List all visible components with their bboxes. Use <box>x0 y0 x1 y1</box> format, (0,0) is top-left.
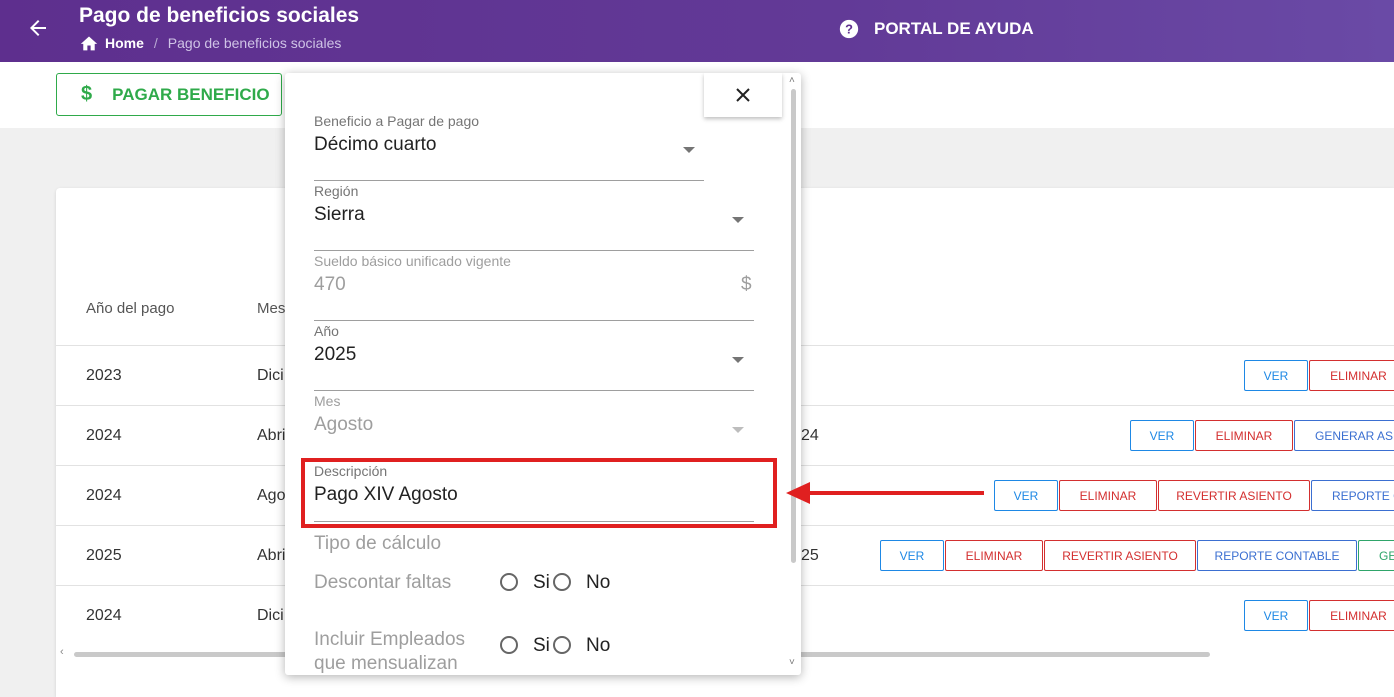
delete-button[interactable]: ELIMINAR <box>1059 480 1157 511</box>
breadcrumb-separator: / <box>153 35 158 51</box>
generate-entry-button[interactable]: GENERAR ASI <box>1294 420 1394 451</box>
revert-entry-button[interactable]: REVERTIR ASIENTO <box>1044 540 1196 571</box>
breadcrumb-current: Pago de beneficios sociales <box>167 35 342 51</box>
breadcrumb-home[interactable]: Home <box>79 34 144 52</box>
discount-absences-no-label: No <box>586 572 611 593</box>
column-header-year: Año del pago <box>86 300 175 317</box>
accounting-report-button[interactable]: REPORTE CONTABLE <box>1197 540 1357 571</box>
pay-benefit-button[interactable]: $ PAGAR BENEFICIO <box>56 73 282 116</box>
benefit-label: Beneficio a Pagar de pago <box>314 113 480 129</box>
view-button[interactable]: VER <box>994 480 1058 511</box>
home-icon <box>80 36 98 51</box>
salary-label: Sueldo básico unificado vigente <box>314 253 511 269</box>
delete-button[interactable]: ELIMINAR <box>1309 600 1394 631</box>
include-employees-label-line1: Incluir Empleados <box>314 629 466 650</box>
top-app-bar: Pago de beneficios sociales Home / Pago … <box>0 0 1394 62</box>
dollar-icon: $ <box>81 83 93 105</box>
view-button[interactable]: VER <box>1244 360 1308 391</box>
month-select: Mes Agosto <box>314 390 754 461</box>
scroll-up-icon[interactable]: ˄ <box>789 75 795 86</box>
cell-year: 2025 <box>86 547 122 564</box>
revert-entry-button[interactable]: REVERTIR ASIENTO <box>1158 480 1310 511</box>
benefit-select[interactable]: Beneficio a Pagar de pago Décimo cuarto <box>314 110 704 181</box>
discount-absences-no-radio[interactable] <box>553 573 571 591</box>
chevron-down-icon <box>732 357 744 363</box>
breadcrumb-home-label: Home <box>105 35 144 51</box>
include-employees-label-line2: que mensualizan <box>314 653 458 674</box>
include-employees-no-radio[interactable] <box>553 636 571 654</box>
year-select[interactable]: Año 2025 <box>314 320 754 391</box>
help-portal-label: PORTAL DE AYUDA <box>874 19 1034 38</box>
delete-button[interactable]: ELIMINAR <box>1195 420 1293 451</box>
chevron-down-icon <box>732 427 744 433</box>
dollar-suffix-icon: $ <box>741 274 752 295</box>
cell-year: 2024 <box>86 607 122 624</box>
year-label: Año <box>314 323 339 339</box>
cell-month: Ago <box>257 487 286 504</box>
annotation-highlight-box <box>301 458 777 528</box>
discount-absences-label: Descontar faltas <box>314 572 452 593</box>
include-employees-no-label: No <box>586 635 611 656</box>
region-select[interactable]: Región Sierra <box>314 180 754 251</box>
discount-absences-yes-label: Si <box>533 572 550 593</box>
back-arrow-icon[interactable] <box>26 16 50 40</box>
include-employees-yes-radio[interactable] <box>500 636 518 654</box>
pay-benefit-label: PAGAR BENEFICIO <box>112 84 270 104</box>
view-button[interactable]: VER <box>880 540 944 571</box>
annotation-arrow <box>808 491 984 495</box>
help-icon: ? <box>839 19 859 39</box>
svg-text:?: ? <box>845 22 853 37</box>
cell-month: Dici <box>257 367 284 384</box>
view-button[interactable]: VER <box>1244 600 1308 631</box>
cell-extra: 25 <box>801 547 819 564</box>
salary-field: Sueldo básico unificado vigente 470 $ <box>314 250 754 321</box>
year-value: 2025 <box>314 344 357 365</box>
view-button[interactable]: VER <box>1130 420 1194 451</box>
cell-year: 2024 <box>86 427 122 444</box>
delete-button[interactable]: ELIMINAR <box>1309 360 1394 391</box>
cell-year: 2024 <box>86 487 122 504</box>
delete-button[interactable]: ELIMINAR <box>945 540 1043 571</box>
cell-extra: 24 <box>801 427 819 444</box>
breadcrumb: Home / Pago de beneficios sociales <box>79 34 341 52</box>
help-portal-link[interactable]: ? PORTAL DE AYUDA <box>838 18 1034 40</box>
month-label: Mes <box>314 393 341 409</box>
scroll-down-icon[interactable]: ˅ <box>789 657 795 668</box>
include-employees-yes-label: Si <box>533 635 550 656</box>
chevron-down-icon <box>732 217 744 223</box>
accounting-report-button[interactable]: REPORTE C <box>1311 480 1394 511</box>
discount-absences-yes-radio[interactable] <box>500 573 518 591</box>
annotation-arrow-head <box>786 482 810 504</box>
benefit-payment-dialog: Beneficio a Pagar de pago Décimo cuarto … <box>285 73 801 675</box>
generate-button[interactable]: GE <box>1358 540 1394 571</box>
close-icon <box>736 88 750 102</box>
scroll-left-icon[interactable]: ‹ <box>60 646 64 658</box>
calculation-type-heading: Tipo de cálculo <box>314 533 442 554</box>
month-value: Agosto <box>314 414 374 435</box>
cell-year: 2023 <box>86 367 122 384</box>
close-button[interactable] <box>704 73 782 117</box>
column-header-month: Mes <box>257 300 286 317</box>
chevron-down-icon <box>683 147 695 153</box>
dialog-vertical-scrollbar[interactable]: ˄ ˅ <box>787 73 801 675</box>
page-title: Pago de beneficios sociales <box>79 4 360 27</box>
cell-month: Dici <box>257 607 284 624</box>
region-label: Región <box>314 183 359 199</box>
salary-value: 470 <box>314 274 346 295</box>
benefit-value: Décimo cuarto <box>314 134 437 155</box>
region-value: Sierra <box>314 204 365 225</box>
